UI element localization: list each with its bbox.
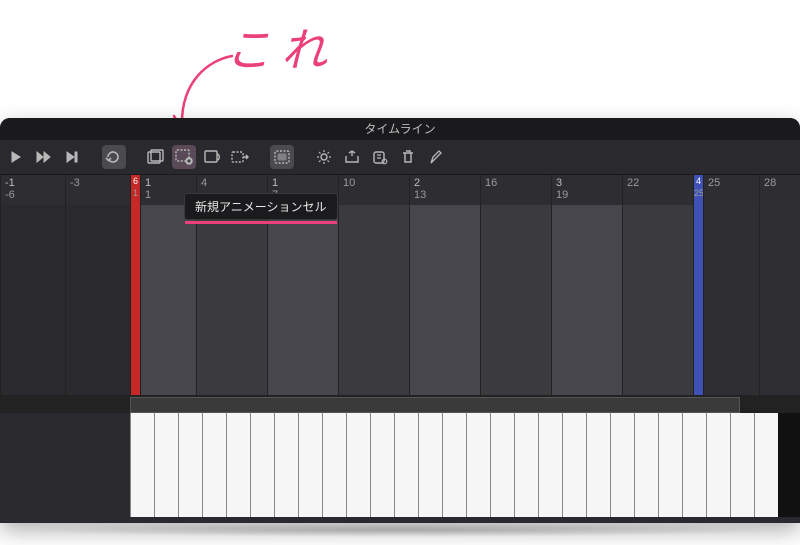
ruler-cell: 28	[759, 175, 800, 205]
light-table-button[interactable]	[312, 145, 336, 169]
pen-button[interactable]	[424, 145, 448, 169]
play-button[interactable]	[4, 145, 28, 169]
ruler-pre-cell: -1-6	[0, 175, 65, 205]
ruler-cell: 16	[480, 175, 551, 205]
play-forward-button[interactable]	[32, 145, 56, 169]
end-line[interactable]	[693, 205, 703, 395]
ruler-playhead-marker[interactable]: 61	[130, 175, 140, 205]
folder-button[interactable]	[340, 145, 364, 169]
cel-duplicate-button[interactable]	[200, 145, 224, 169]
clip-bar-track[interactable]	[0, 395, 800, 413]
ruler-cell: 22	[622, 175, 693, 205]
timeline-toolbar	[0, 140, 800, 175]
timeline-ruler[interactable]: -1-6 -3 61 11 4 17 10 213	[0, 175, 800, 205]
timeline-tracks[interactable]	[0, 205, 800, 395]
ruler-cell: 319	[551, 175, 622, 205]
cel-copy-button[interactable]	[228, 145, 252, 169]
skip-end-button[interactable]	[60, 145, 84, 169]
cel-track[interactable]	[0, 413, 800, 517]
ruler-cell: 10	[338, 175, 409, 205]
cel-previous-button[interactable]	[144, 145, 168, 169]
ruler-cell: 25	[703, 175, 759, 205]
timeline-window: タイムライン	[0, 118, 800, 523]
ruler-end-marker[interactable]: 425	[693, 175, 703, 205]
ruler-pre-cell: -3	[65, 175, 130, 205]
loop-button[interactable]	[102, 145, 126, 169]
drop-shadow	[9, 523, 791, 537]
trash-button[interactable]	[396, 145, 420, 169]
new-animation-cel-button[interactable]	[172, 145, 196, 169]
window-title: タイムライン	[0, 118, 800, 140]
tooltip-new-animation-cel: 新規アニメーションセル	[184, 193, 338, 220]
clip-settings-button[interactable]	[368, 145, 392, 169]
handwritten-annotation: これ	[225, 14, 337, 80]
playhead-line[interactable]	[130, 205, 140, 395]
onion-skin-button[interactable]	[270, 145, 294, 169]
ruler-cell: 213	[409, 175, 480, 205]
